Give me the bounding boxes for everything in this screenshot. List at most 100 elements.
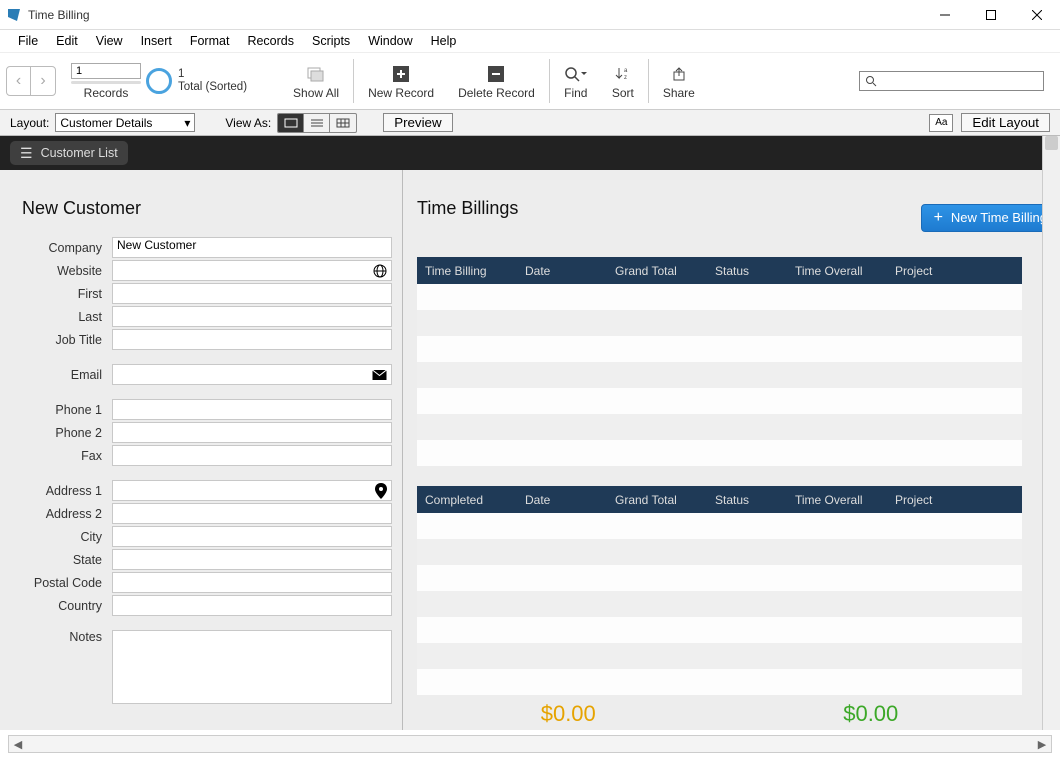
th-time-billing[interactable]: Time Billing	[417, 257, 517, 284]
total-pending: $0.00	[541, 701, 596, 727]
maximize-button[interactable]	[968, 0, 1014, 30]
form-title: New Customer	[22, 198, 392, 219]
prev-record-button[interactable]: ‹	[7, 67, 31, 95]
find-button[interactable]: Find	[552, 53, 600, 109]
menu-records[interactable]: Records	[239, 31, 302, 51]
input-phone1[interactable]	[112, 399, 392, 420]
found-set-indicator[interactable]: 1 Total (Sorted)	[146, 68, 247, 94]
th-completed[interactable]: Completed	[417, 486, 517, 513]
table-row[interactable]	[417, 284, 1022, 310]
new-time-billing-button[interactable]: + New Time Billing	[921, 204, 1060, 232]
label-fax: Fax	[22, 449, 112, 463]
plus-icon	[393, 63, 409, 85]
input-phone2[interactable]	[112, 422, 392, 443]
sort-button[interactable]: az Sort	[600, 53, 646, 109]
th-time-overall2[interactable]: Time Overall	[787, 486, 887, 513]
menu-edit[interactable]: Edit	[48, 31, 86, 51]
breadcrumb-band: ☰ Customer List	[0, 136, 1060, 170]
th-grand-total[interactable]: Grand Total	[607, 257, 707, 284]
input-city[interactable]	[112, 526, 392, 547]
input-email[interactable]	[112, 364, 392, 385]
delete-record-button[interactable]: Delete Record	[446, 53, 547, 109]
next-record-button[interactable]: ›	[31, 67, 55, 95]
quick-search-input[interactable]	[882, 72, 1043, 90]
menu-insert[interactable]: Insert	[133, 31, 180, 51]
table-row[interactable]	[417, 643, 1022, 669]
window-controls	[922, 0, 1060, 30]
new-record-button[interactable]: New Record	[356, 53, 446, 109]
minimize-button[interactable]	[922, 0, 968, 30]
view-table-icon[interactable]	[330, 114, 356, 132]
pin-icon[interactable]	[375, 483, 387, 499]
chevron-down-icon: ▾	[184, 116, 190, 130]
table-row[interactable]	[417, 440, 1022, 466]
input-website[interactable]	[112, 260, 392, 281]
input-last[interactable]	[112, 306, 392, 327]
window-title: Time Billing	[28, 8, 90, 22]
customer-list-chip[interactable]: ☰ Customer List	[10, 141, 128, 165]
table-row[interactable]	[417, 617, 1022, 643]
scroll-left-arrow[interactable]: ◀	[9, 738, 27, 751]
layout-selector[interactable]: Customer Details ▾	[55, 113, 195, 132]
mail-icon[interactable]	[372, 369, 387, 380]
scroll-right-arrow[interactable]: ▶	[1033, 738, 1051, 751]
th-time-overall[interactable]: Time Overall	[787, 257, 887, 284]
th-status2[interactable]: Status	[707, 486, 787, 513]
th-project2[interactable]: Project	[887, 486, 1022, 513]
menu-scripts[interactable]: Scripts	[304, 31, 358, 51]
th-date2[interactable]: Date	[517, 486, 607, 513]
label-phone2: Phone 2	[22, 426, 112, 440]
completed-table: Completed Date Grand Total Status Time O…	[417, 486, 1022, 695]
quick-search[interactable]	[859, 71, 1044, 91]
label-email: Email	[22, 368, 112, 382]
vertical-scrollbar[interactable]	[1042, 136, 1060, 730]
preview-button[interactable]: Preview	[383, 113, 452, 132]
record-box: Records	[66, 63, 146, 100]
record-number-input[interactable]	[71, 63, 141, 79]
view-list-icon[interactable]	[304, 114, 330, 132]
th-status[interactable]: Status	[707, 257, 787, 284]
table-row[interactable]	[417, 565, 1022, 591]
table-row[interactable]	[417, 414, 1022, 440]
input-fax[interactable]	[112, 445, 392, 466]
th-date[interactable]: Date	[517, 257, 607, 284]
menu-file[interactable]: File	[10, 31, 46, 51]
edit-layout-button[interactable]: Edit Layout	[961, 113, 1050, 132]
input-notes[interactable]	[112, 630, 392, 704]
view-form-icon[interactable]	[278, 114, 304, 132]
input-address1[interactable]	[112, 480, 392, 501]
input-first[interactable]	[112, 283, 392, 304]
formatting-button[interactable]: Aa	[929, 114, 953, 132]
menu-help[interactable]: Help	[423, 31, 465, 51]
completed-rows	[417, 513, 1022, 695]
th-project[interactable]: Project	[887, 257, 1022, 284]
table-row[interactable]	[417, 362, 1022, 388]
view-as-label: View As:	[225, 116, 271, 130]
input-state[interactable]	[112, 549, 392, 570]
th-grand-total2[interactable]: Grand Total	[607, 486, 707, 513]
table-row[interactable]	[417, 388, 1022, 414]
menu-format[interactable]: Format	[182, 31, 238, 51]
horizontal-scrollbar[interactable]: ◀ ▶	[8, 735, 1052, 753]
record-slider[interactable]	[71, 81, 141, 84]
globe-icon[interactable]	[373, 264, 387, 278]
svg-text:a: a	[624, 68, 628, 74]
table-row[interactable]	[417, 591, 1022, 617]
close-button[interactable]	[1014, 0, 1060, 30]
share-button[interactable]: Share	[651, 53, 707, 109]
input-job-title[interactable]	[112, 329, 392, 350]
table-row[interactable]	[417, 539, 1022, 565]
label-postal: Postal Code	[22, 576, 112, 590]
table-row[interactable]	[417, 669, 1022, 695]
table-row[interactable]	[417, 513, 1022, 539]
input-country[interactable]	[112, 595, 392, 616]
show-all-button[interactable]: Show All	[281, 53, 351, 109]
input-postal[interactable]	[112, 572, 392, 593]
input-address2[interactable]	[112, 503, 392, 524]
table-row[interactable]	[417, 336, 1022, 362]
menu-window[interactable]: Window	[360, 31, 420, 51]
label-address1: Address 1	[22, 484, 112, 498]
input-company[interactable]: New Customer	[112, 237, 392, 258]
table-row[interactable]	[417, 310, 1022, 336]
menu-view[interactable]: View	[88, 31, 131, 51]
